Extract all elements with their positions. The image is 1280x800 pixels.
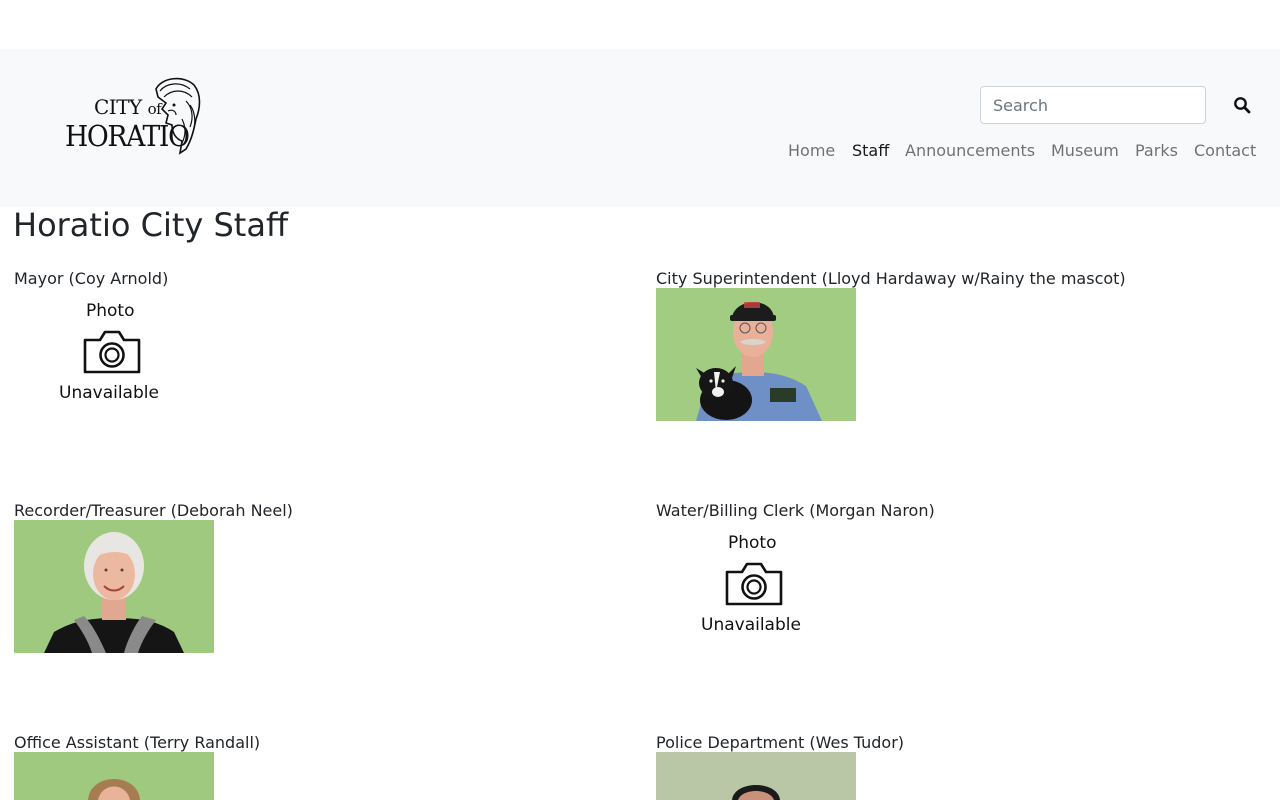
nav-museum[interactable]: Museum — [1051, 141, 1119, 160]
photo-unavailable-bottom-text: Unavailable — [59, 383, 159, 403]
staff-card-water-billing: Water/Billing Clerk (Morgan Naron) Photo… — [656, 501, 1276, 681]
staff-photo — [656, 752, 856, 800]
staff-photo — [14, 752, 214, 800]
staff-card-police: Police Department (Wes Tudor) — [656, 733, 1276, 800]
site-header: CITY of HORATIO Home Staff Announcements… — [0, 49, 1280, 207]
staff-photo — [14, 520, 214, 653]
staff-label: Mayor (Coy Arnold) — [14, 269, 169, 288]
photo-unavailable: Photo Unavailable — [656, 520, 856, 653]
staff-label: Office Assistant (Terry Randall) — [14, 733, 261, 752]
staff-label: Water/Billing Clerk (Morgan Naron) — [656, 501, 935, 520]
nav-home[interactable]: Home — [788, 141, 835, 160]
nav-staff[interactable]: Staff — [852, 141, 889, 160]
nav-contact[interactable]: Contact — [1194, 141, 1256, 160]
staff-label: City Superintendent (Lloyd Hardaway w/Ra… — [656, 269, 1126, 288]
main-nav: Home Staff Announcements Museum Parks Co… — [780, 141, 1264, 165]
photo-unavailable-top-text: Photo — [86, 301, 135, 321]
staff-card-recorder: Recorder/Treasurer (Deborah Neel) — [14, 501, 634, 681]
lion-icon — [155, 77, 201, 155]
search-button[interactable] — [1226, 89, 1258, 121]
staff-label: Recorder/Treasurer (Deborah Neel) — [14, 501, 293, 520]
city-logo[interactable]: CITY of HORATIO — [62, 75, 204, 159]
photo-unavailable: Photo Unavailable — [14, 288, 214, 421]
staff-card-mayor: Mayor (Coy Arnold) Photo Unavailable — [14, 269, 634, 449]
staff-label: Police Department (Wes Tudor) — [656, 733, 905, 752]
camera-icon — [725, 562, 783, 606]
nav-announcements[interactable]: Announcements — [905, 141, 1035, 160]
page-title: Horatio City Staff — [13, 206, 288, 244]
search-icon — [1234, 97, 1251, 114]
photo-unavailable-top-text: Photo — [728, 533, 777, 553]
nav-parks[interactable]: Parks — [1135, 141, 1178, 160]
camera-icon — [83, 330, 141, 374]
staff-card-superintendent: City Superintendent (Lloyd Hardaway w/Ra… — [656, 269, 1276, 449]
staff-photo — [656, 288, 856, 421]
photo-unavailable-bottom-text: Unavailable — [701, 615, 801, 635]
staff-card-office-assistant: Office Assistant (Terry Randall) — [14, 733, 634, 800]
search-input[interactable] — [980, 86, 1206, 124]
